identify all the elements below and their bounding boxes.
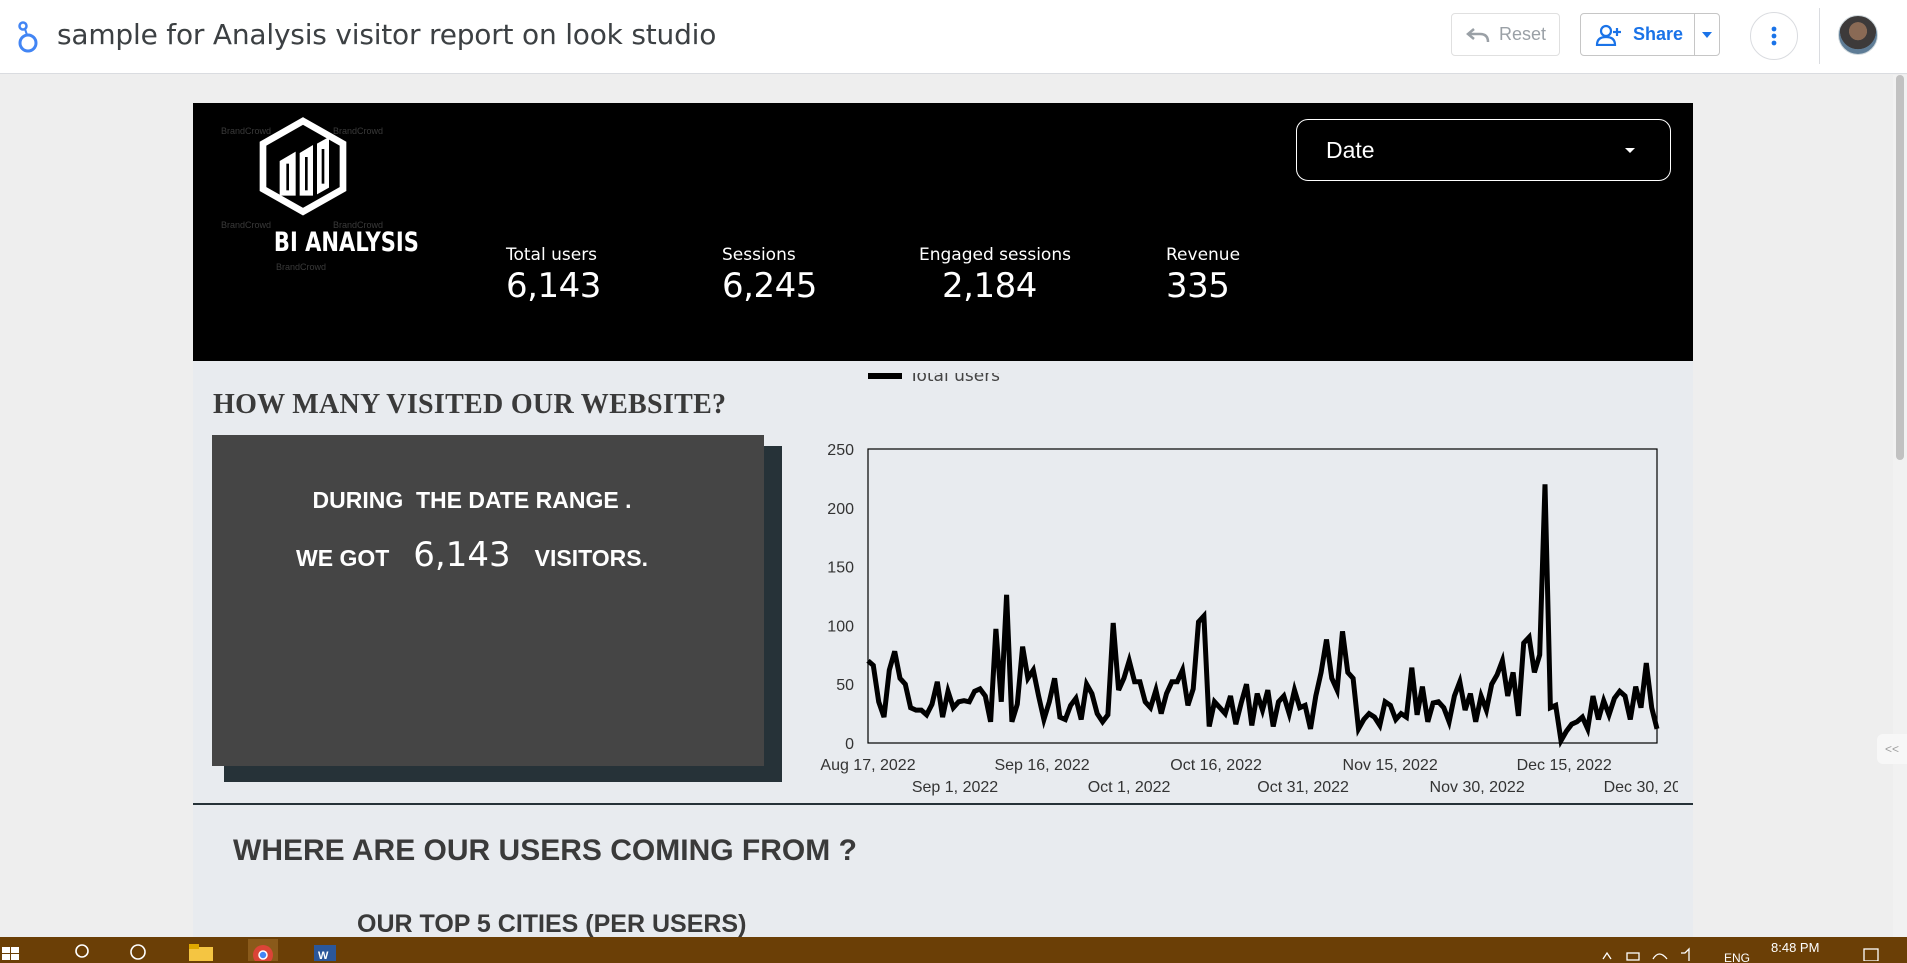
card-visitors-line: WE GOT 6,143 VISITORS. bbox=[212, 535, 732, 575]
scrollbar-thumb[interactable] bbox=[1896, 75, 1904, 460]
y-tick-label: 0 bbox=[845, 736, 854, 753]
section-divider bbox=[193, 803, 1693, 805]
app-header: sample for Analysis visitor report on lo… bbox=[0, 0, 1907, 74]
watermark-text: BrandCrowd bbox=[276, 262, 327, 272]
x-tick-label: Sep 1, 2022 bbox=[912, 779, 998, 796]
more-vert-icon bbox=[1771, 26, 1777, 46]
kpi-value: 2,184 bbox=[942, 266, 1037, 306]
side-panel-toggle[interactable]: << bbox=[1877, 734, 1907, 764]
kpi-label: Revenue bbox=[1166, 245, 1241, 265]
kpi-label: Sessions bbox=[722, 245, 796, 265]
section-title: WHERE ARE OUR USERS COMING FROM ? bbox=[233, 834, 857, 867]
search-icon[interactable] bbox=[72, 939, 94, 961]
date-range-label: Date bbox=[1326, 136, 1375, 163]
kpi-revenue[interactable]: Revenue 335 bbox=[1166, 245, 1240, 306]
card-suffix: VISITORS. bbox=[534, 545, 648, 571]
more-options-button[interactable] bbox=[1750, 12, 1798, 60]
vertical-scrollbar[interactable] bbox=[1893, 75, 1907, 937]
card-prefix: WE GOT bbox=[296, 545, 390, 571]
looker-studio-logo-icon[interactable] bbox=[16, 20, 40, 54]
svg-text:W: W bbox=[318, 950, 329, 961]
os-taskbar: W ENG 8:48 PM bbox=[0, 937, 1907, 963]
header-divider bbox=[1819, 8, 1820, 64]
reset-button[interactable]: Reset bbox=[1451, 13, 1560, 56]
y-tick-label: 100 bbox=[827, 618, 854, 635]
brand-logo-icon bbox=[259, 117, 347, 216]
kpi-value: 6,245 bbox=[722, 266, 817, 306]
card-text: DURING THE DATE RANGE . bbox=[312, 487, 632, 513]
notification-icon[interactable] bbox=[1860, 939, 1884, 961]
user-avatar[interactable] bbox=[1838, 15, 1878, 55]
x-tick-label: Sep 16, 2022 bbox=[994, 757, 1089, 774]
person-add-icon bbox=[1595, 24, 1621, 46]
visitors-summary-card[interactable]: DURING THE DATE RANGE . WE GOT 6,143 VIS… bbox=[212, 435, 764, 766]
x-tick-label: Aug 17, 2022 bbox=[820, 757, 915, 774]
file-explorer-icon[interactable] bbox=[187, 939, 215, 961]
kpi-label: Engaged sessions bbox=[919, 245, 1071, 265]
taskbar-clock[interactable]: 8:48 PM bbox=[1771, 940, 1819, 955]
date-range-dropdown[interactable]: Date bbox=[1296, 119, 1671, 181]
word-icon[interactable]: W bbox=[310, 939, 340, 961]
x-tick-label: Dec 15, 2022 bbox=[1517, 757, 1612, 774]
share-label: Share bbox=[1633, 24, 1684, 44]
kpi-value: 6,143 bbox=[506, 266, 601, 306]
report-page: BrandCrowd BrandCrowd BrandCrowd BrandCr… bbox=[193, 103, 1693, 937]
legend-label: Total users bbox=[908, 373, 1000, 386]
language-indicator[interactable]: ENG bbox=[1724, 951, 1750, 963]
windows-start-icon[interactable] bbox=[0, 939, 28, 961]
y-tick-label: 50 bbox=[836, 677, 854, 694]
header-band: BrandCrowd BrandCrowd BrandCrowd BrandCr… bbox=[193, 103, 1693, 361]
series-line-total-users bbox=[866, 484, 1660, 749]
system-tray-icons[interactable] bbox=[1597, 939, 1717, 961]
kpi-engaged-sessions[interactable]: Engaged sessions 2,184 bbox=[919, 245, 1071, 306]
kpi-sessions[interactable]: Sessions 6,245 bbox=[722, 245, 817, 306]
total-users-line-chart[interactable]: Total users 0 50 100 150 200 250 Aug 17, 2022 Se… bbox=[798, 373, 1678, 803]
y-tick-label: 150 bbox=[827, 560, 854, 577]
share-main[interactable]: Share bbox=[1581, 14, 1696, 55]
brand-name: BI ANALYSIS bbox=[273, 227, 419, 258]
undo-icon bbox=[1466, 27, 1490, 42]
chrome-icon[interactable] bbox=[248, 939, 278, 961]
y-tick-label: 200 bbox=[827, 501, 854, 518]
section-subtitle: OUR TOP 5 CITIES (PER USERS) bbox=[357, 910, 747, 937]
task-view-icon[interactable] bbox=[127, 939, 149, 961]
kpi-value: 335 bbox=[1166, 266, 1230, 306]
x-tick-label: Oct 16, 2022 bbox=[1170, 757, 1262, 774]
caret-down-icon bbox=[1702, 31, 1713, 38]
kpi-label: Total users bbox=[506, 245, 598, 265]
reset-label: Reset bbox=[1498, 24, 1547, 44]
x-tick-label: Dec 30, 2022 bbox=[1604, 779, 1678, 796]
share-dropdown-button[interactable] bbox=[1695, 31, 1719, 38]
x-tick-label: Nov 15, 2022 bbox=[1343, 757, 1438, 774]
kpi-total-users[interactable]: Total users 6,143 bbox=[506, 245, 601, 306]
x-tick-label: Nov 30, 2022 bbox=[1430, 779, 1525, 796]
share-button[interactable]: Share bbox=[1580, 13, 1720, 56]
report-title[interactable]: sample for Analysis visitor report on lo… bbox=[57, 18, 716, 51]
legend-swatch bbox=[868, 373, 902, 379]
y-tick-label: 250 bbox=[827, 442, 854, 459]
x-tick-label: Oct 31, 2022 bbox=[1257, 779, 1349, 796]
card-visitor-count: 6,143 bbox=[413, 535, 511, 575]
caret-down-icon bbox=[1625, 148, 1635, 153]
x-tick-label: Oct 1, 2022 bbox=[1088, 779, 1171, 796]
section-title: HOW MANY VISITED OUR WEBSITE? bbox=[213, 389, 727, 420]
